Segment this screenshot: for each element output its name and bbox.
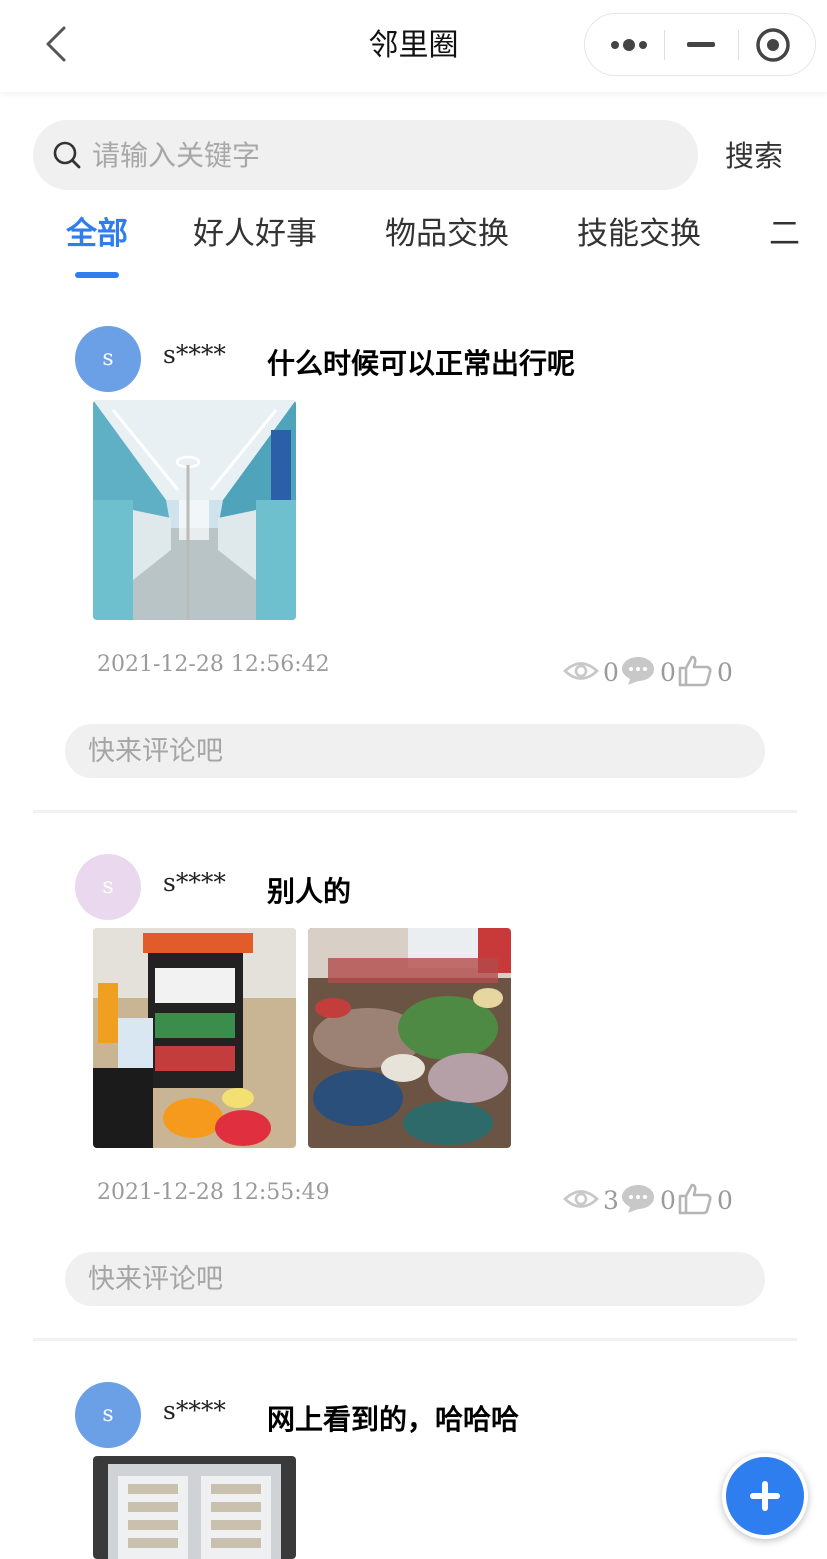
tab-second-hand[interactable]: 二 xyxy=(769,206,800,266)
username: s**** xyxy=(163,868,226,897)
avatar[interactable]: s xyxy=(75,1382,141,1448)
minimize-button[interactable] xyxy=(663,14,739,75)
avatar[interactable]: s xyxy=(75,854,141,920)
post-divider xyxy=(33,810,797,813)
view-count: 0 xyxy=(603,658,619,687)
post-title[interactable]: 网上看到的，哈哈哈 xyxy=(267,1398,519,1438)
speech-bubble-icon[interactable] xyxy=(620,654,656,688)
post-timestamp: 2021-12-28 12:56:42 xyxy=(97,652,330,677)
comment-input[interactable] xyxy=(65,1252,765,1306)
minimize-icon xyxy=(687,42,715,47)
comment-count: 0 xyxy=(660,1186,676,1215)
comment-input[interactable] xyxy=(65,724,765,778)
search-input[interactable] xyxy=(92,125,682,185)
search-icon xyxy=(53,141,81,169)
eye-icon xyxy=(563,662,599,680)
tab-item-exchange[interactable]: 物品交换 xyxy=(385,206,509,266)
more-dots-icon xyxy=(611,39,647,51)
search-button[interactable]: 搜索 xyxy=(712,128,796,184)
mini-program-capsule xyxy=(584,13,816,76)
speech-bubble-icon[interactable] xyxy=(620,1182,656,1216)
post-divider xyxy=(33,1338,797,1341)
plus-icon xyxy=(750,1481,780,1511)
post-timestamp: 2021-12-28 12:55:49 xyxy=(97,1180,330,1205)
tab-good-deeds[interactable]: 好人好事 xyxy=(193,206,317,266)
comment-count: 0 xyxy=(660,658,676,687)
thumbs-up-icon[interactable] xyxy=(677,1182,713,1216)
close-button[interactable] xyxy=(735,14,811,75)
post-title[interactable]: 什么时候可以正常出行呢 xyxy=(267,342,575,382)
post-image[interactable] xyxy=(93,1456,296,1559)
post-image[interactable] xyxy=(93,928,296,1148)
back-button[interactable] xyxy=(36,22,80,66)
username: s**** xyxy=(163,340,226,369)
avatar[interactable]: s xyxy=(75,326,141,392)
top-nav-bar: 邻里圈 xyxy=(0,0,827,92)
like-count: 0 xyxy=(717,1186,733,1215)
target-circle-icon xyxy=(756,28,790,62)
post-image[interactable] xyxy=(93,400,296,620)
view-count: 3 xyxy=(603,1186,619,1215)
tab-all[interactable]: 全部 xyxy=(66,206,128,266)
username: s**** xyxy=(163,1396,226,1425)
post-title[interactable]: 别人的 xyxy=(267,870,351,910)
category-tabs: 全部 好人好事 物品交换 技能交换 二 xyxy=(0,206,827,286)
thumbs-up-icon[interactable] xyxy=(677,654,713,688)
active-tab-indicator xyxy=(75,272,119,278)
like-count: 0 xyxy=(717,658,733,687)
more-button[interactable] xyxy=(589,14,665,75)
post-image[interactable] xyxy=(308,928,511,1148)
add-post-button[interactable] xyxy=(722,1453,808,1539)
tab-skill-exchange[interactable]: 技能交换 xyxy=(577,206,701,266)
chevron-left-icon xyxy=(46,26,66,62)
eye-icon xyxy=(563,1190,599,1208)
